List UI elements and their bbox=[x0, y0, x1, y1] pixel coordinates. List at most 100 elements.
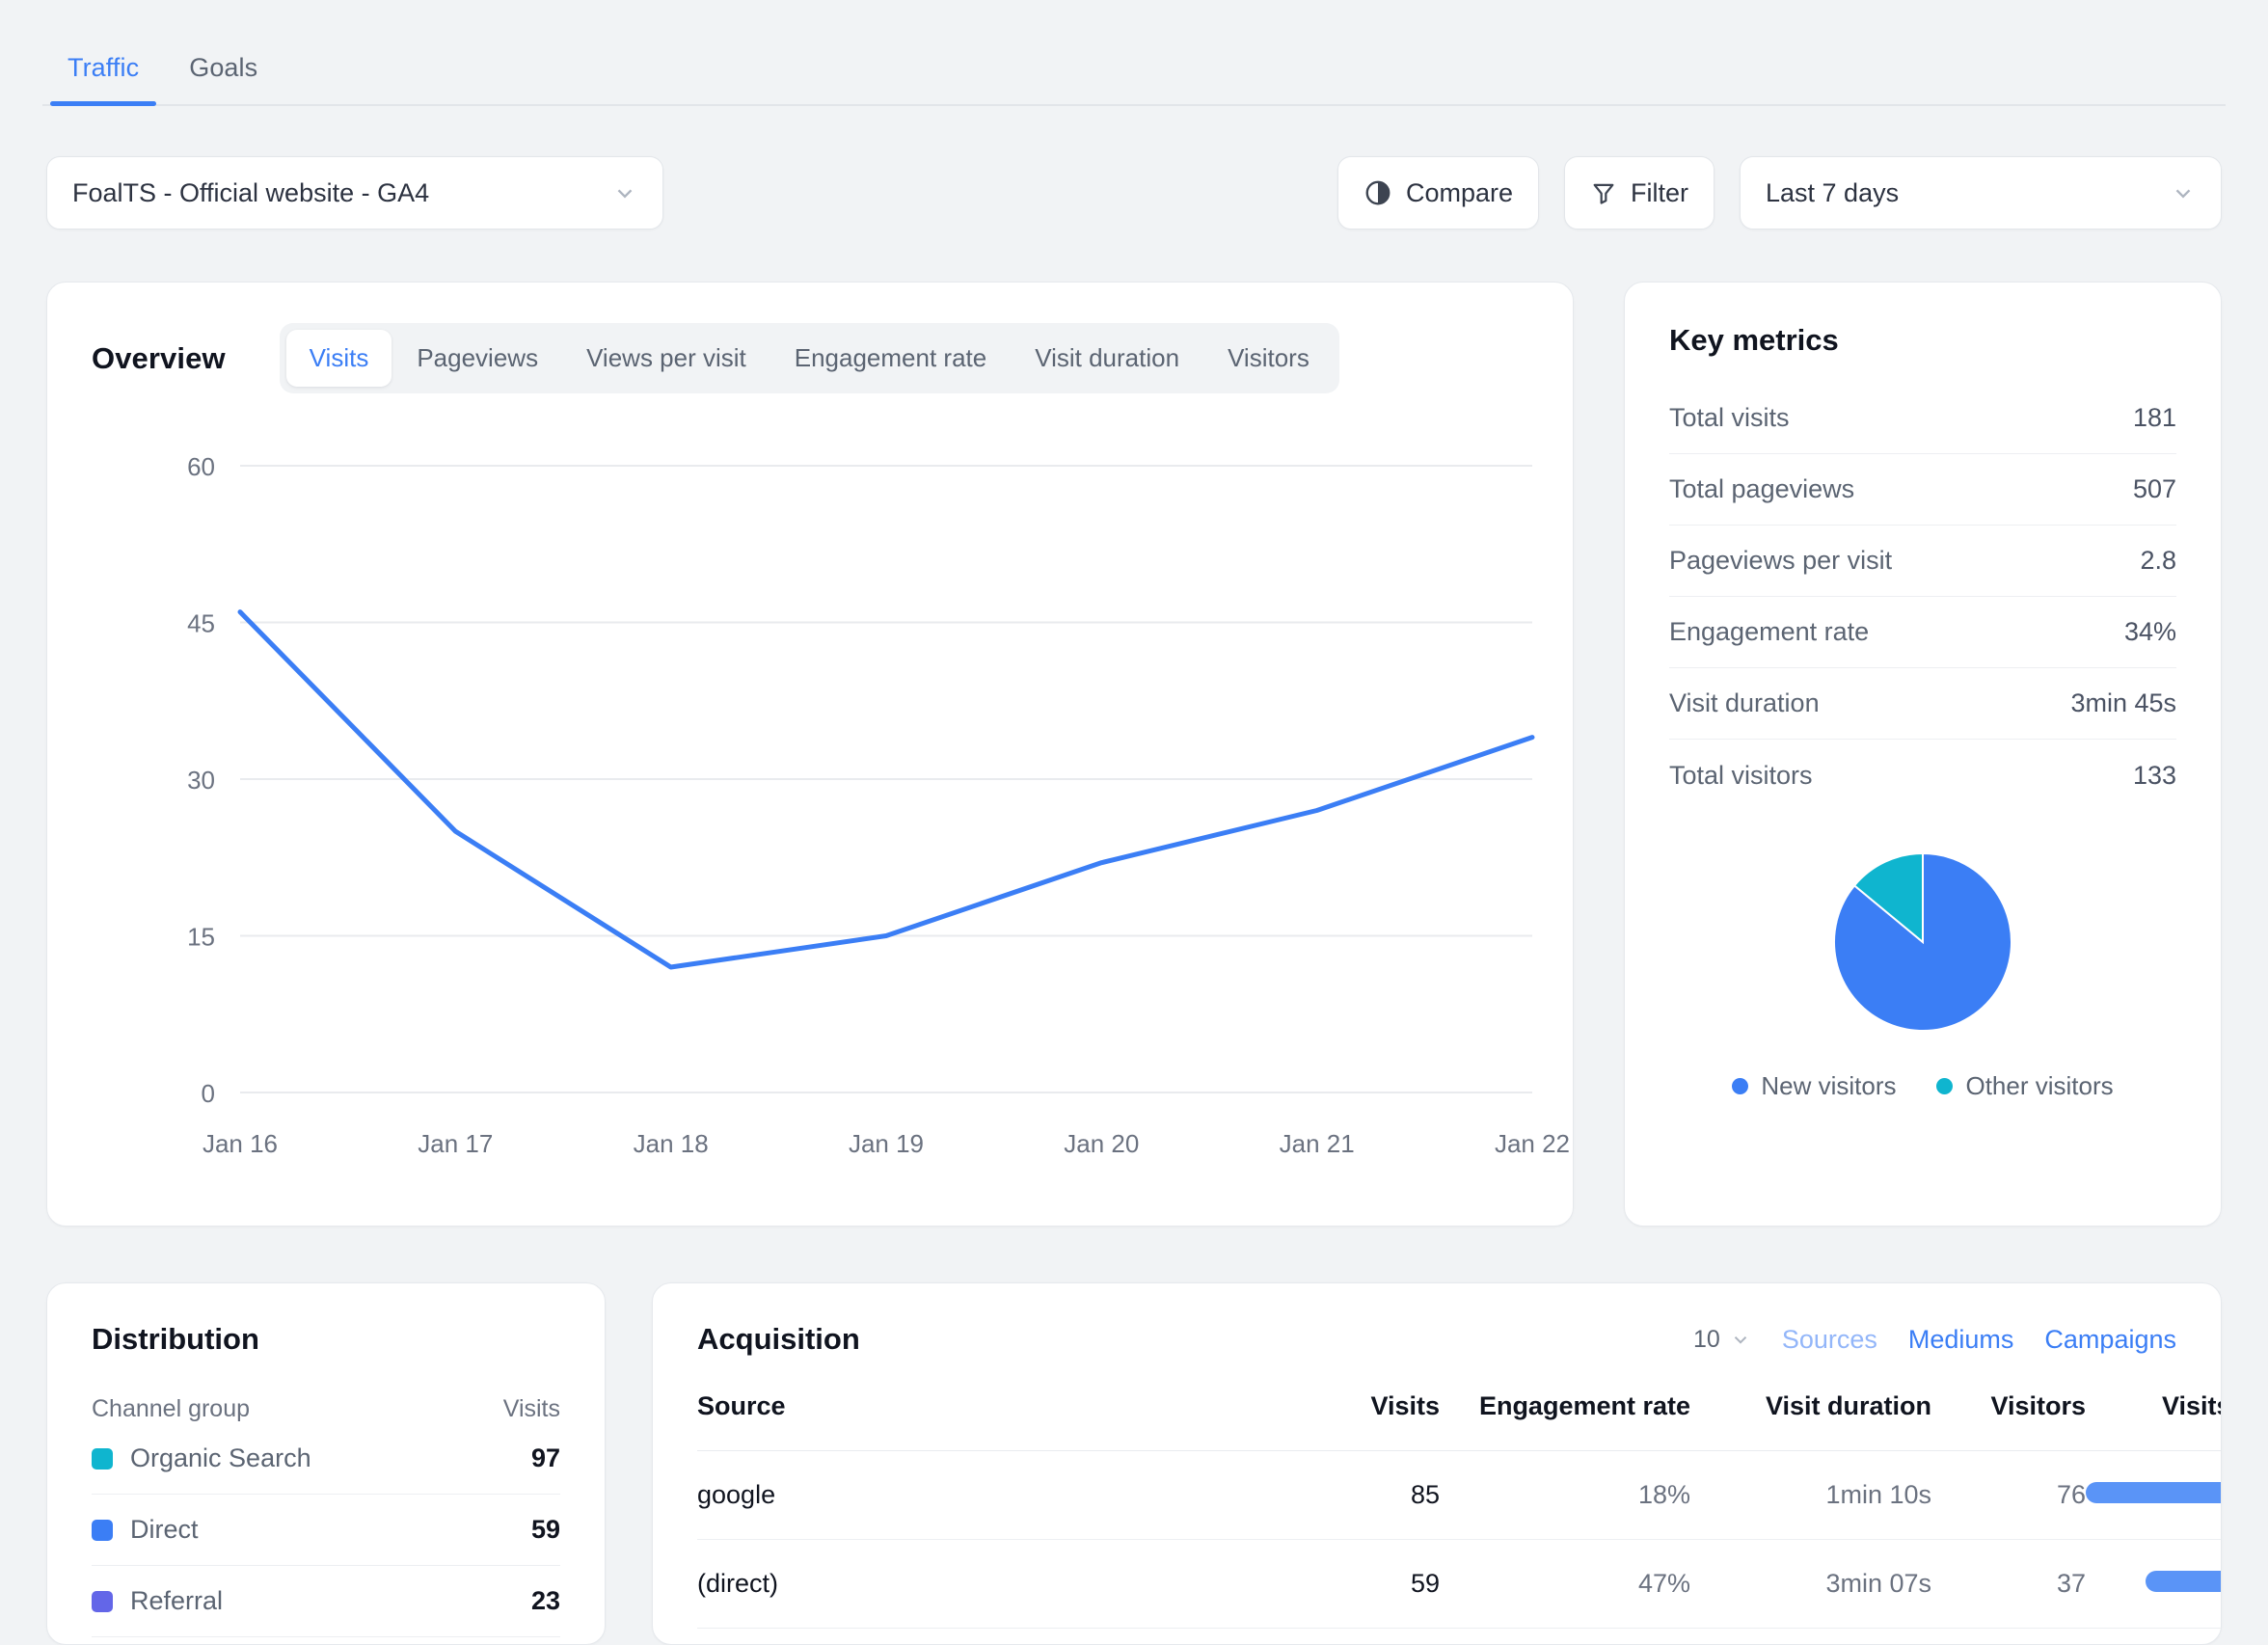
cell-visits: 59 bbox=[1295, 1539, 1440, 1629]
distribution-value: 23 bbox=[530, 1586, 560, 1615]
cell-source: (direct) bbox=[697, 1539, 1295, 1629]
distribution-title: Distribution bbox=[92, 1322, 259, 1356]
svg-text:Jan 16: Jan 16 bbox=[202, 1129, 278, 1158]
metric-value: 181 bbox=[2132, 403, 2176, 432]
table-header-row: Source Visits Engagement rate Visit dura… bbox=[697, 1391, 2221, 1451]
legend-dot-icon bbox=[1732, 1078, 1749, 1094]
overview-title: Overview bbox=[92, 340, 226, 375]
compare-label: Compare bbox=[1405, 177, 1513, 207]
col-visitors[interactable]: Visitors bbox=[1931, 1391, 2086, 1451]
date-range-select[interactable]: Last 7 days bbox=[1740, 156, 2222, 229]
metric-tab-pageviews-label: Pageviews bbox=[417, 343, 539, 372]
visitors-pie-chart bbox=[1833, 851, 2012, 1032]
row-count-value: 10 bbox=[1693, 1325, 1720, 1353]
cell-engagement-rate: 18% bbox=[1440, 1450, 1690, 1540]
col-visit-duration[interactable]: Visit duration bbox=[1690, 1391, 1931, 1451]
pie-legend: New visitors Other visitors bbox=[1669, 1071, 2176, 1101]
tab-goals[interactable]: Goals bbox=[164, 53, 283, 106]
legend-label: New visitors bbox=[1761, 1071, 1897, 1100]
site-select[interactable]: FoalTS - Official website - GA4 bbox=[46, 156, 663, 229]
svg-text:45: 45 bbox=[187, 609, 215, 638]
metric-value: 34% bbox=[2123, 617, 2176, 646]
metric-tab-views-per-visit-label: Views per visit bbox=[586, 343, 746, 372]
filter-label: Filter bbox=[1631, 177, 1688, 207]
controls-row: FoalTS - Official website - GA4 Compare … bbox=[0, 154, 2268, 231]
tab-bar-divider bbox=[42, 104, 2226, 106]
acquisition-link-sources[interactable]: Sources bbox=[1782, 1325, 1877, 1355]
metric-row-pageviews-per-visit: Pageviews per visit 2.8 bbox=[1669, 526, 2176, 597]
visitors-pie-wrap bbox=[1669, 846, 2176, 1038]
metric-label: Pageviews per visit bbox=[1669, 546, 1893, 575]
metric-value: 3min 45s bbox=[2070, 688, 2176, 717]
overview-header: Overview Visits Pageviews Views per visi… bbox=[47, 283, 1573, 393]
key-metrics-card: Key metrics Total visits 181 Total pagev… bbox=[1624, 282, 2222, 1227]
legend-item-other-visitors: Other visitors bbox=[1936, 1071, 2114, 1101]
distribution-label: Organic Search bbox=[130, 1443, 311, 1472]
cell-source: google bbox=[697, 1450, 1295, 1540]
color-swatch-icon bbox=[92, 1447, 113, 1470]
svg-text:Jan 20: Jan 20 bbox=[1064, 1129, 1139, 1158]
distribution-card: Distribution Channel group Visits Organi… bbox=[46, 1282, 606, 1645]
metric-label: Visit duration bbox=[1669, 688, 1820, 717]
col-source[interactable]: Source bbox=[697, 1391, 1295, 1451]
distribution-table-header: Channel group Visits bbox=[92, 1395, 560, 1423]
metric-label: Engagement rate bbox=[1669, 617, 1870, 646]
metric-row-total-visitors: Total visitors 133 bbox=[1669, 740, 2176, 811]
date-range-value: Last 7 days bbox=[1766, 177, 1900, 207]
svg-text:Jan 21: Jan 21 bbox=[1280, 1129, 1355, 1158]
distribution-value: 97 bbox=[530, 1443, 560, 1472]
metric-row-visit-duration: Visit duration 3min 45s bbox=[1669, 668, 2176, 740]
svg-text:Jan 22: Jan 22 bbox=[1495, 1129, 1570, 1158]
distribution-col-channel-group: Channel group bbox=[92, 1395, 251, 1422]
compare-icon bbox=[1365, 180, 1390, 205]
svg-text:0: 0 bbox=[202, 1079, 215, 1108]
metric-label: Total pageviews bbox=[1669, 474, 1855, 503]
metric-tab-pageviews[interactable]: Pageviews bbox=[393, 330, 561, 387]
cell-visitors: 37 bbox=[1931, 1539, 2086, 1629]
analytics-dashboard: Traffic Goals FoalTS - Official website … bbox=[0, 0, 2268, 1645]
distribution-col-visits: Visits bbox=[502, 1395, 560, 1422]
acquisition-table: Source Visits Engagement rate Visit dura… bbox=[697, 1391, 2221, 1629]
distribution-label: Direct bbox=[130, 1515, 199, 1544]
metric-tab-engagement-rate[interactable]: Engagement rate bbox=[771, 330, 1010, 387]
acquisition-link-mediums[interactable]: Mediums bbox=[1908, 1325, 2014, 1355]
metric-tab-visits[interactable]: Visits bbox=[285, 330, 392, 387]
svg-text:Jan 19: Jan 19 bbox=[849, 1129, 924, 1158]
metric-tab-visitors-label: Visitors bbox=[1228, 343, 1310, 372]
distribution-row-direct[interactable]: Direct 59 bbox=[92, 1495, 560, 1566]
overview-card: Overview Visits Pageviews Views per visi… bbox=[46, 282, 1574, 1227]
legend-item-new-visitors: New visitors bbox=[1732, 1071, 1896, 1101]
acquisition-link-campaigns[interactable]: Campaigns bbox=[2044, 1325, 2176, 1355]
col-visits-pct[interactable]: Visits (%) bbox=[2086, 1391, 2221, 1451]
tab-traffic[interactable]: Traffic bbox=[42, 53, 164, 106]
table-row[interactable]: (direct) 59 47% 3min 07s 37 bbox=[697, 1539, 2221, 1629]
metric-row-total-visits: Total visits 181 bbox=[1669, 383, 2176, 454]
visits-pct-bar bbox=[2086, 1482, 2221, 1503]
distribution-row-organic-search[interactable]: Organic Search 97 bbox=[92, 1423, 560, 1495]
metric-tab-engagement-rate-label: Engagement rate bbox=[794, 343, 987, 372]
svg-text:60: 60 bbox=[187, 452, 215, 481]
distribution-row-referral[interactable]: Referral 23 bbox=[92, 1566, 560, 1637]
cell-visits-pct bbox=[2086, 1450, 2221, 1540]
metric-tab-visitors[interactable]: Visitors bbox=[1204, 330, 1333, 387]
svg-text:Jan 18: Jan 18 bbox=[634, 1129, 709, 1158]
metric-label: Total visits bbox=[1669, 403, 1790, 432]
col-engagement-rate[interactable]: Engagement rate bbox=[1440, 1391, 1690, 1451]
metric-value: 133 bbox=[2132, 760, 2176, 790]
filter-button[interactable]: Filter bbox=[1564, 156, 1714, 229]
metric-tab-visit-duration[interactable]: Visit duration bbox=[1012, 330, 1202, 387]
metric-value: 2.8 bbox=[2140, 546, 2176, 575]
key-metrics-title: Key metrics bbox=[1669, 323, 1839, 357]
chevron-down-icon bbox=[2175, 189, 2191, 199]
distribution-value: 59 bbox=[530, 1515, 560, 1544]
metric-tab-visits-label: Visits bbox=[309, 343, 369, 372]
table-row[interactable]: google 85 18% 1min 10s 76 bbox=[697, 1450, 2221, 1540]
row-count-select[interactable]: 10 bbox=[1693, 1326, 1751, 1354]
compare-button[interactable]: Compare bbox=[1336, 156, 1539, 229]
svg-text:15: 15 bbox=[187, 923, 215, 952]
col-visits[interactable]: Visits bbox=[1295, 1391, 1440, 1451]
metric-tab-group: Visits Pageviews Views per visit Engagem… bbox=[279, 323, 1339, 393]
cell-engagement-rate: 47% bbox=[1440, 1539, 1690, 1629]
cell-visits: 85 bbox=[1295, 1450, 1440, 1540]
metric-tab-views-per-visit[interactable]: Views per visit bbox=[563, 330, 770, 387]
